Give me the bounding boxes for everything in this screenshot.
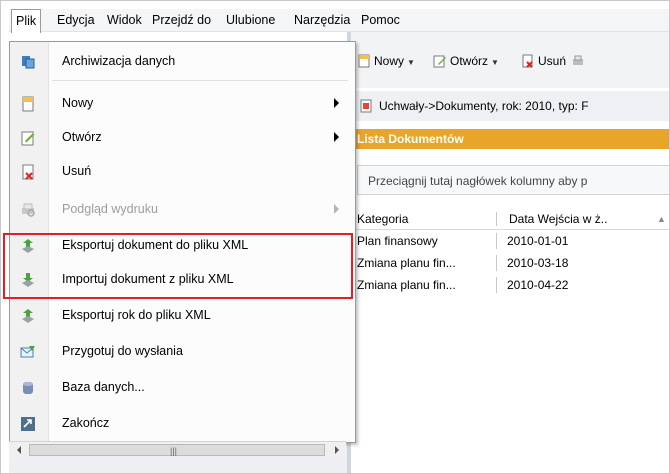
menu-item-podglad-wydruku: Podgląd wydruku	[10, 198, 355, 222]
chevron-left-icon	[17, 446, 21, 454]
submenu-arrow-icon	[334, 132, 339, 142]
chevron-right-icon	[335, 446, 339, 454]
menu-pomoc[interactable]: Pomoc	[357, 9, 404, 31]
toolbar-new-button[interactable]: Nowy ▼	[357, 52, 415, 70]
menu-widok[interactable]: Widok	[103, 9, 146, 31]
menu-plik[interactable]: Plik	[11, 9, 42, 33]
breadcrumb-text: Uchwały->Dokumenty, rok: 2010, typ: F	[379, 99, 589, 113]
menu-narzedzia[interactable]: Narzędzia	[290, 9, 354, 31]
menu-item-usun[interactable]: Usuń	[10, 160, 355, 184]
menu-ulubione[interactable]: Ulubione	[222, 9, 279, 31]
column-header-kategoria[interactable]: Kategoria	[357, 212, 408, 226]
menu-item-label: Eksportuj rok do pliku XML	[62, 308, 211, 322]
new-document-icon	[22, 96, 34, 112]
toolbar-open-button[interactable]: Otwórz ▼	[433, 52, 499, 70]
chevron-down-icon: ▼	[407, 58, 415, 67]
submenu-arrow-icon	[334, 204, 339, 214]
toolbar-new-label: Nowy	[374, 54, 405, 68]
breadcrumb: Uchwały->Dokumenty, rok: 2010, typ: F	[351, 91, 669, 121]
cell-divider	[496, 255, 497, 271]
exit-icon	[21, 417, 35, 431]
cell-divider	[496, 233, 497, 249]
cell-kategoria: Zmiana planu fin...	[357, 278, 456, 292]
highlight-box	[3, 233, 353, 299]
new-document-icon	[358, 54, 370, 68]
menu-item-label: Otwórz	[62, 130, 102, 144]
delete-document-icon	[522, 54, 533, 68]
send-prepare-icon	[20, 346, 35, 358]
open-edit-icon	[21, 131, 35, 146]
menu-item-label: Przygotuj do wysłania	[62, 344, 183, 358]
export-year-icon	[22, 309, 34, 323]
cell-kategoria: Zmiana planu fin...	[357, 256, 456, 270]
submenu-arrow-icon	[334, 98, 339, 108]
database-icon	[23, 382, 33, 394]
print-preview-icon	[22, 203, 35, 217]
document-list-title: Lista Dokumentów	[351, 129, 669, 149]
toolbar-print-button[interactable]	[571, 52, 588, 70]
menu-item-label: Podgląd wydruku	[62, 202, 158, 216]
horizontal-scrollbar[interactable]: |||	[9, 441, 346, 458]
menu-item-label: Archiwizacja danych	[62, 54, 176, 68]
table-row[interactable]: Zmiana planu fin... 2010-04-22	[353, 275, 669, 295]
cell-divider	[496, 277, 497, 293]
grip-icon: |||	[170, 446, 178, 456]
menu-item-label: Baza danych...	[62, 380, 145, 394]
menu-item-eksportuj-rok[interactable]: Eksportuj rok do pliku XML	[10, 304, 355, 328]
chevron-down-icon: ▼	[491, 58, 499, 67]
scrollbar-thumb[interactable]: |||	[29, 444, 325, 456]
cell-kategoria: Plan finansowy	[357, 234, 438, 248]
main-toolbar: Nowy ▼ Otwórz ▼ Usuń	[351, 32, 669, 88]
menu-item-przygotuj-do-wyslania[interactable]: Przygotuj do wysłania	[10, 340, 355, 364]
menu-item-zakoncz[interactable]: Zakończ	[10, 412, 355, 436]
menu-item-baza-danych[interactable]: Baza danych...	[10, 376, 355, 400]
cell-data: 2010-03-18	[507, 256, 569, 270]
cell-data: 2010-01-01	[507, 234, 569, 248]
scroll-right-button[interactable]	[329, 442, 345, 458]
app-window: Plik Edycja Widok Przejdź do Ulubione Na…	[0, 0, 670, 474]
menu-item-archiwizacja[interactable]: Archiwizacja danych	[10, 50, 355, 74]
menu-item-otworz[interactable]: Otwórz	[10, 126, 355, 150]
toolbar-delete-button[interactable]: Usuń	[521, 52, 566, 70]
table-row[interactable]: Plan finansowy 2010-01-01	[353, 231, 669, 251]
scroll-left-button[interactable]	[11, 442, 27, 458]
menu-item-label: Zakończ	[62, 416, 110, 430]
open-edit-icon	[433, 55, 446, 68]
column-header-data[interactable]: Data Wejścia w ż..	[509, 212, 607, 226]
menu-separator	[52, 80, 348, 81]
column-divider[interactable]	[496, 212, 497, 226]
menu-edycja[interactable]: Edycja	[53, 9, 99, 31]
sort-ascending-icon: ▲	[657, 214, 666, 224]
toolbar-delete-label: Usuń	[538, 54, 567, 68]
document-icon	[360, 99, 372, 113]
toolbar-open-label: Otwórz	[450, 54, 489, 68]
archive-icon	[22, 56, 35, 69]
delete-document-icon	[22, 164, 34, 180]
menu-item-label: Usuń	[62, 164, 92, 178]
cell-data: 2010-04-22	[507, 278, 569, 292]
grid-header: Kategoria Data Wejścia w ż.. ▲	[353, 209, 669, 230]
print-icon	[573, 55, 583, 65]
menu-przejdz-do[interactable]: Przejdź do	[148, 9, 215, 31]
menu-item-nowy[interactable]: Nowy	[10, 92, 355, 116]
group-by-area[interactable]: Przeciągnij tutaj nagłówek kolumny aby p	[357, 165, 669, 195]
menu-bar: Plik Edycja Widok Przejdź do Ulubione Na…	[9, 9, 669, 33]
menu-item-label: Nowy	[62, 96, 94, 110]
table-row[interactable]: Zmiana planu fin... 2010-03-18	[353, 253, 669, 273]
